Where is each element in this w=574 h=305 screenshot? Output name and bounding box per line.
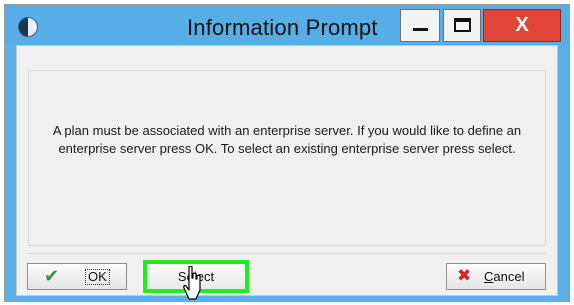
divider — [28, 253, 546, 254]
close-button[interactable]: X — [483, 9, 561, 42]
message-panel: A plan must be associated with an enterp… — [28, 70, 546, 246]
ok-button[interactable]: ✔ OK — [27, 263, 127, 290]
cancel-button[interactable]: ✖ Cancel — [446, 263, 546, 290]
cancel-button-label: Cancel — [484, 269, 525, 284]
red-x-icon: ✖ — [457, 266, 472, 285]
minimize-icon — [413, 28, 428, 31]
maximize-button[interactable] — [443, 9, 481, 42]
dialog-body: A plan must be associated with an enterp… — [16, 45, 558, 296]
close-icon: X — [515, 14, 529, 36]
information-prompt-window: Information Prompt X A plan must be asso… — [4, 4, 570, 302]
minimize-button[interactable] — [400, 9, 440, 42]
title-bar[interactable]: Information Prompt X — [5, 5, 569, 45]
checkmark-icon: ✔ — [44, 266, 60, 286]
message-text: A plan must be associated with an enterp… — [52, 123, 522, 156]
window-title: Information Prompt — [187, 15, 378, 40]
ok-button-label: OK — [85, 269, 110, 285]
app-icon — [18, 17, 38, 37]
maximize-icon — [454, 18, 471, 32]
hand-cursor-icon — [183, 266, 201, 300]
